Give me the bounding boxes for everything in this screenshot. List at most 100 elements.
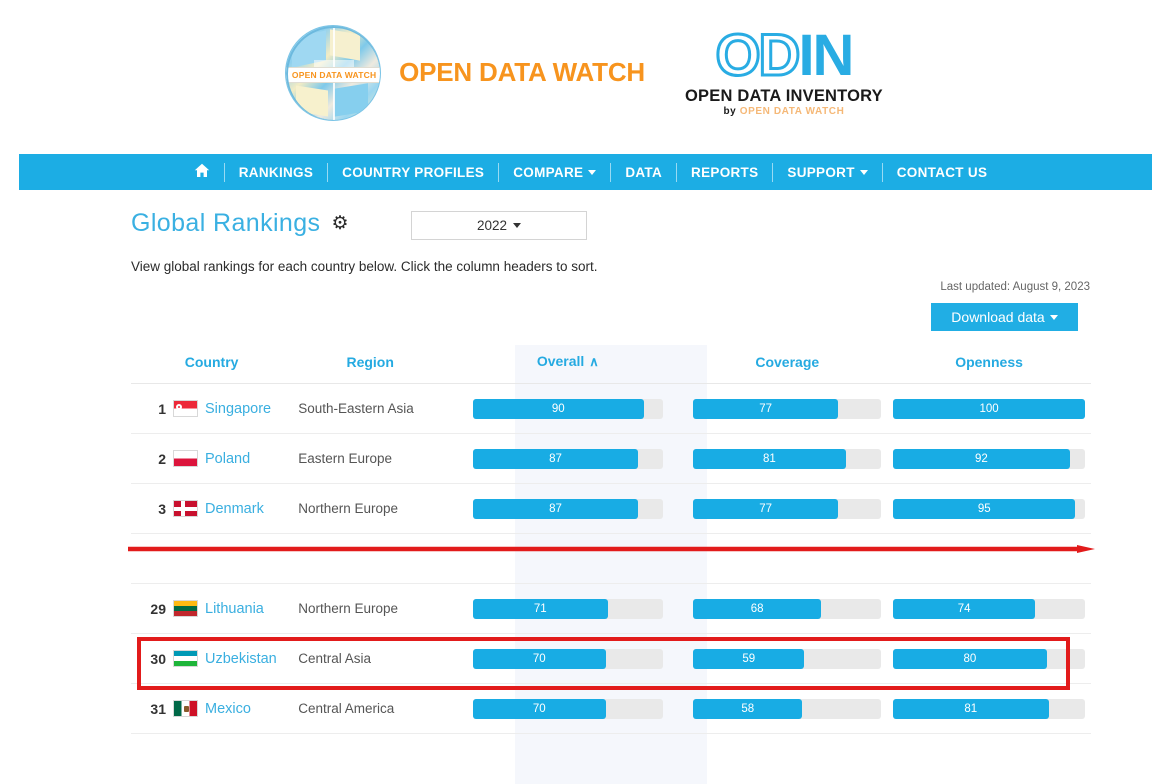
country-name-link[interactable]: Poland: [205, 451, 250, 467]
country-cell: 31 Mexico: [131, 684, 292, 734]
table-row[interactable]: 29 Lithuania Northern Europe 71 68 74: [131, 584, 1091, 634]
rank-number: 31: [147, 701, 166, 717]
coverage-score-bar-track: 59: [693, 649, 881, 669]
download-data-label: Download data: [951, 309, 1044, 325]
country-name-link[interactable]: Uzbekistan: [205, 651, 277, 667]
country-flag-icon: [173, 600, 198, 617]
open-data-watch-logo[interactable]: OPEN DATA WATCH OPEN DATA WATCH: [285, 25, 645, 121]
openness-score-cell: 100: [887, 384, 1091, 434]
nav-item-home[interactable]: [180, 163, 224, 181]
region-cell: Northern Europe: [292, 584, 448, 634]
openness-score-bar-track: 81: [893, 699, 1085, 719]
nav-item-compare[interactable]: COMPARE: [499, 165, 610, 180]
overall-score-cell: 87: [448, 484, 687, 534]
nav-item-contact-us-label: CONTACT US: [897, 165, 988, 180]
column-header-overall[interactable]: Overall∧: [448, 345, 687, 384]
download-data-button[interactable]: Download data: [931, 303, 1078, 331]
page-title-row: Global Rankings ⚙: [131, 209, 348, 238]
nav-item-rankings-label: RANKINGS: [239, 165, 313, 180]
column-header-openness[interactable]: Openness: [887, 345, 1091, 384]
nav-item-data[interactable]: DATA: [611, 165, 676, 180]
year-select-value: 2022: [477, 218, 507, 233]
country-name-link[interactable]: Denmark: [205, 501, 264, 517]
column-header-country[interactable]: Country: [131, 345, 292, 384]
column-header-region[interactable]: Region: [292, 345, 448, 384]
chevron-down-icon: [860, 170, 868, 175]
nav-items-container: RANKINGS COUNTRY PROFILES COMPARE DATA R…: [170, 163, 1002, 182]
odin-subtitle: OPEN DATA INVENTORY: [685, 88, 883, 105]
coverage-score-bar-value: 77: [693, 399, 838, 419]
year-select[interactable]: 2022: [411, 211, 587, 240]
region-label: Northern Europe: [292, 501, 448, 516]
overall-score-cell: 70: [448, 634, 687, 684]
overall-score-cell: 87: [448, 434, 687, 484]
coverage-score-cell: 59: [687, 634, 887, 684]
region-label: Eastern Europe: [292, 451, 448, 466]
nav-item-reports[interactable]: REPORTS: [677, 165, 772, 180]
rank-number: 3: [147, 501, 166, 517]
table-row[interactable]: 3 Denmark Northern Europe 87 77 95: [131, 484, 1091, 534]
coverage-score-bar-value: 68: [693, 599, 821, 619]
country-flag-icon: [173, 650, 198, 667]
home-icon: [194, 163, 210, 178]
table-row[interactable]: 1SingaporeSouth-Eastern Asia9077100: [131, 384, 1091, 434]
country-name-link[interactable]: Singapore: [205, 401, 271, 417]
rank-number: 1: [147, 401, 166, 417]
odin-acronym: ODIN: [715, 28, 852, 83]
odin-byline-prefix: by: [723, 106, 736, 117]
nav-item-country-profiles-label: COUNTRY PROFILES: [342, 165, 484, 180]
page-title: Global Rankings: [131, 209, 320, 238]
rankings-table-head: Country Region Overall∧ Coverage Opennes…: [131, 345, 1091, 384]
nav-item-rankings[interactable]: RANKINGS: [225, 165, 327, 180]
nav-item-support[interactable]: SUPPORT: [773, 165, 881, 180]
nav-item-support-label: SUPPORT: [787, 165, 854, 180]
sort-ascending-icon: ∧: [589, 354, 599, 370]
gear-icon[interactable]: ⚙: [331, 214, 348, 233]
nav-item-contact-us[interactable]: CONTACT US: [883, 165, 1002, 180]
coverage-score-cell: 81: [687, 434, 887, 484]
region-label: Central Asia: [292, 651, 448, 666]
overall-score-cell: 70: [448, 684, 687, 734]
chevron-down-icon: [588, 170, 596, 175]
rank-number: 29: [147, 601, 166, 617]
overall-score-bar-value: 70: [473, 649, 606, 669]
openness-score-cell: 74: [887, 584, 1091, 634]
openness-score-bar-track: 80: [893, 649, 1085, 669]
country-cell: 1 Singapore: [131, 384, 292, 434]
coverage-score-bar-track: 77: [693, 499, 881, 519]
nav-item-reports-label: REPORTS: [691, 165, 758, 180]
openness-score-cell: 80: [887, 634, 1091, 684]
table-header-row: Country Region Overall∧ Coverage Opennes…: [131, 345, 1091, 384]
table-row[interactable]: 2PolandEastern Europe878192: [131, 434, 1091, 484]
chevron-down-icon: [513, 223, 521, 228]
openness-score-cell: 92: [887, 434, 1091, 484]
coverage-score-cell: 68: [687, 584, 887, 634]
column-header-coverage[interactable]: Coverage: [687, 345, 887, 384]
country-cell: 29 Lithuania: [131, 584, 292, 634]
table-row[interactable]: 31MexicoCentral America705881: [131, 684, 1091, 734]
openness-score-bar-value: 95: [893, 499, 1075, 519]
rankings-table-gap: [131, 534, 1091, 584]
coverage-score-bar-value: 77: [693, 499, 838, 519]
country-name-link[interactable]: Mexico: [205, 701, 251, 717]
odin-global-rankings-page: OPEN DATA WATCH OPEN DATA WATCH ODIN OPE…: [0, 0, 1168, 784]
rankings-table: Country Region Overall∧ Coverage Opennes…: [131, 345, 1091, 734]
overall-score-bar-value: 70: [473, 699, 606, 719]
openness-score-bar-value: 92: [893, 449, 1070, 469]
openness-score-bar-track: 74: [893, 599, 1085, 619]
rankings-table-body-top: 1SingaporeSouth-Eastern Asia90771002Pola…: [131, 384, 1091, 534]
globe-band-label: OPEN DATA WATCH: [292, 70, 376, 80]
odin-logo[interactable]: ODIN OPEN DATA INVENTORY by OPEN DATA WA…: [685, 28, 883, 118]
open-data-watch-globe-icon: OPEN DATA WATCH: [285, 25, 381, 121]
rankings-table-container: Country Region Overall∧ Coverage Opennes…: [131, 345, 1091, 734]
region-cell: Central Asia: [292, 634, 448, 684]
openness-score-cell: 95: [887, 484, 1091, 534]
overall-score-bar-value: 87: [473, 499, 638, 519]
openness-score-bar-track: 100: [893, 399, 1085, 419]
overall-score-bar-track: 71: [473, 599, 663, 619]
column-header-country-label: Country: [185, 354, 239, 370]
table-row[interactable]: 30UzbekistanCentral Asia705980: [131, 634, 1091, 684]
openness-score-cell: 81: [887, 684, 1091, 734]
nav-item-country-profiles[interactable]: COUNTRY PROFILES: [328, 165, 498, 180]
country-name-link[interactable]: Lithuania: [205, 601, 264, 617]
